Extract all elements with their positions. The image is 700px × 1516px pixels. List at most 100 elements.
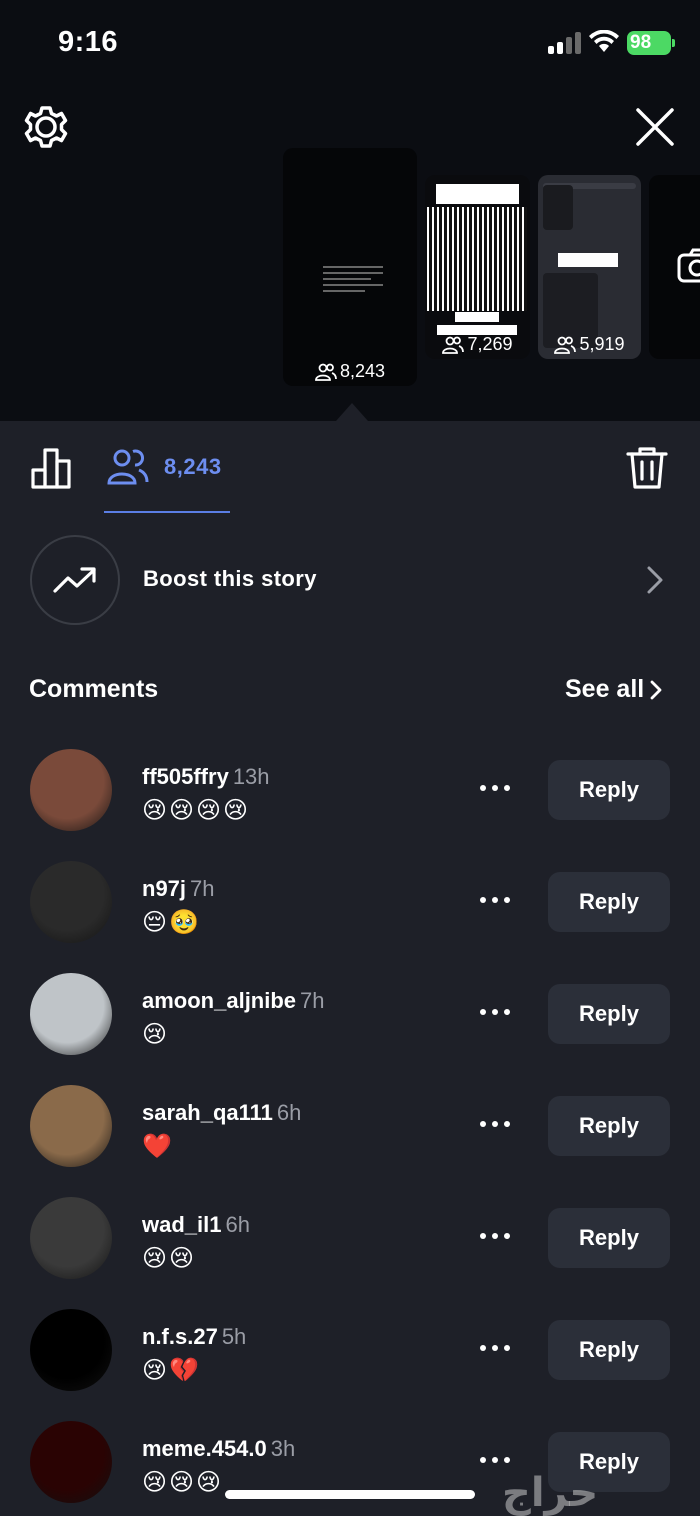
comment-text: 😢😢😢 [142, 1469, 224, 1496]
reply-button[interactable]: Reply [548, 984, 670, 1044]
trending-up-icon [53, 567, 96, 593]
avatar[interactable] [30, 1085, 112, 1167]
comment-meta: meme.454.0 3h [142, 1436, 295, 1462]
story-viewer-count: 5,919 [538, 334, 641, 355]
username[interactable]: ff505ffry [142, 764, 229, 789]
insights-tab-row: 8,243 [0, 421, 700, 513]
avatar[interactable] [30, 749, 112, 831]
comment-row: n.f.s.27 5h 😢💔 Reply [0, 1309, 700, 1409]
boost-label: Boost this story [143, 566, 317, 591]
story-preview-area: 9:16 98 8,243 7,269 5,919 [0, 0, 700, 421]
username[interactable]: sarah_qa111 [142, 1100, 273, 1125]
reply-button[interactable]: Reply [548, 872, 670, 932]
status-time: 9:16 [58, 26, 119, 58]
comment-meta: n.f.s.27 5h [142, 1324, 246, 1350]
comment-meta: wad_il1 6h [142, 1212, 250, 1238]
story-thumbnail[interactable]: 7,269 [425, 175, 530, 359]
username[interactable]: wad_il1 [142, 1212, 221, 1237]
story-viewer-count-text: 5,919 [579, 334, 625, 354]
comment-text: 😔🥹 [142, 909, 201, 936]
trash-icon[interactable] [626, 446, 668, 490]
home-indicator[interactable] [225, 1490, 475, 1499]
comment-text: 😢😢😢😢 [142, 797, 251, 824]
username[interactable]: meme.454.0 [142, 1436, 267, 1461]
story-viewer-count-text: 7,269 [467, 334, 513, 354]
reply-button[interactable]: Reply [548, 1320, 670, 1380]
comment-meta: amoon_aljnibe 7h [142, 988, 325, 1014]
username[interactable]: n.f.s.27 [142, 1324, 218, 1349]
more-options-icon[interactable] [480, 1121, 510, 1127]
story-thumbnail-current[interactable]: 8,243 [283, 148, 417, 386]
viewers-count: 8,243 [164, 454, 222, 479]
comment-time: 13h [232, 764, 270, 789]
cellular-signal-icon [548, 32, 582, 54]
comment-text: 😢💔 [142, 1357, 201, 1384]
comment-row: ff505ffry 13h 😢😢😢😢 Reply [0, 749, 700, 849]
comment-time: 6h [225, 1212, 250, 1237]
avatar[interactable] [30, 861, 112, 943]
reply-button[interactable]: Reply [548, 1208, 670, 1268]
camera-icon [677, 248, 700, 283]
story-viewer-count: 8,243 [283, 361, 417, 382]
comment-text: ❤️ [142, 1133, 174, 1160]
chevron-right-icon [650, 680, 662, 699]
see-all-label: See all [565, 675, 645, 703]
reply-button[interactable]: Reply [548, 1096, 670, 1156]
avatar[interactable] [30, 1197, 112, 1279]
username[interactable]: n97j [142, 876, 186, 901]
more-options-icon[interactable] [480, 1345, 510, 1351]
close-icon[interactable] [634, 106, 676, 148]
avatar[interactable] [30, 973, 112, 1055]
more-options-icon[interactable] [480, 785, 510, 791]
tab-viewers[interactable]: 8,243 [104, 421, 230, 513]
comment-meta: ff505ffry 13h [142, 764, 270, 790]
comment-meta: n97j 7h [142, 876, 215, 902]
story-caption [455, 312, 499, 322]
comment-time: 7h [190, 876, 215, 901]
comment-meta: sarah_qa111 6h [142, 1100, 301, 1126]
viewers-icon [442, 336, 465, 354]
avatar[interactable] [30, 1421, 112, 1503]
chevron-right-icon [647, 566, 663, 594]
comment-time: 6h [276, 1100, 302, 1125]
battery-indicator: 98 [627, 31, 671, 55]
more-options-icon[interactable] [480, 897, 510, 903]
battery-tip [672, 39, 675, 47]
avatar[interactable] [30, 1309, 112, 1391]
wifi-icon [589, 30, 619, 52]
comment-row: wad_il1 6h 😢😢 Reply [0, 1197, 700, 1297]
comment-row: amoon_aljnibe 7h 😢 Reply [0, 973, 700, 1073]
comment-time: 3h [270, 1436, 296, 1461]
selected-story-pointer [336, 403, 368, 421]
comment-time: 7h [300, 988, 325, 1013]
more-options-icon[interactable] [480, 1457, 510, 1463]
more-options-icon[interactable] [480, 1009, 510, 1015]
boost-story-row[interactable]: Boost this story [0, 533, 700, 625]
see-all-link[interactable]: See all [565, 675, 662, 704]
story-preview [543, 185, 573, 230]
viewers-icon [554, 336, 577, 354]
settings-gear-icon[interactable] [24, 105, 68, 149]
story-text-preview [323, 266, 383, 296]
more-options-icon[interactable] [480, 1233, 510, 1239]
story-viewer-count: 7,269 [425, 334, 530, 355]
comment-row: n97j 7h 😔🥹 Reply [0, 861, 700, 961]
comment-row: sarah_qa111 6h ❤️ Reply [0, 1085, 700, 1185]
story-viewer-count-text: 8,243 [339, 361, 386, 381]
insights-chart-icon[interactable] [30, 446, 74, 490]
reply-button[interactable]: Reply [548, 760, 670, 820]
boost-icon-circle [30, 535, 120, 625]
comment-text: 😢😢 [142, 1245, 197, 1272]
story-caption [436, 184, 519, 204]
comment-text: 😢 [142, 1021, 170, 1048]
status-bar: 9:16 98 [0, 0, 700, 90]
story-image [427, 207, 527, 311]
comment-time: 5h [221, 1324, 247, 1349]
story-thumbnail[interactable]: 5,919 [538, 175, 641, 359]
comments-heading: Comments [29, 675, 159, 703]
add-story-camera-thumbnail[interactable] [649, 175, 700, 359]
story-caption [558, 253, 618, 267]
viewers-icon [107, 449, 149, 485]
username[interactable]: amoon_aljnibe [142, 988, 296, 1013]
viewers-icon [315, 363, 337, 381]
